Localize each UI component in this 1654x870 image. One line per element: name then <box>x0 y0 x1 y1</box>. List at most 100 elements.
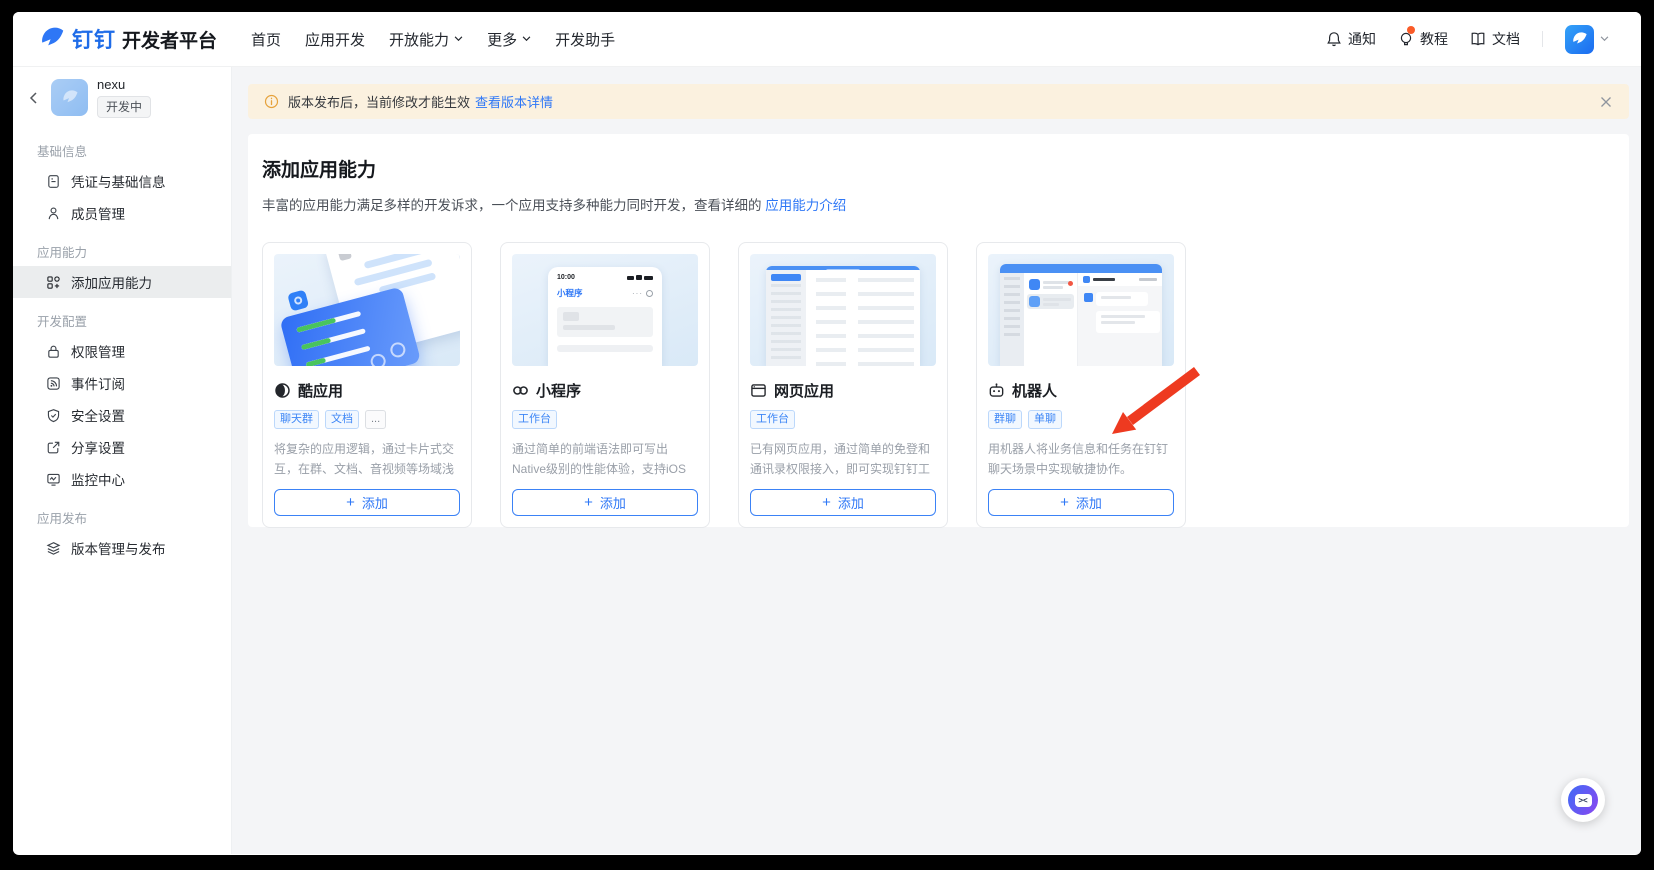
capability-card-coolapp: 酷应用 聊天群 文档 ... 将复杂的应用逻辑，通过卡片式交互，在群、文档、音视… <box>262 242 472 528</box>
card-title: 酷应用 <box>298 380 343 401</box>
dingtalk-avatar-icon <box>1570 30 1589 49</box>
nav-item-dev-assistant[interactable]: 开发助手 <box>543 12 627 67</box>
notice-label: 通知 <box>1348 29 1376 49</box>
sidebar-item-label: 分享设置 <box>71 437 125 457</box>
sidebar-item-version-release[interactable]: 版本管理与发布 <box>13 532 231 564</box>
sidebar-item-share-settings[interactable]: 分享设置 <box>13 431 231 463</box>
plus-icon: + <box>346 495 355 510</box>
capability-panel: 添加应用能力 丰富的应用能力满足多样的开发诉求，一个应用支持多种能力同时开发，查… <box>248 134 1629 527</box>
chevron-down-icon <box>454 36 463 42</box>
card-description: 通过简单的前端语法即可写出Native级别的性能体验，支持iOS和Android… <box>512 439 698 479</box>
assistant-floating-button[interactable]: >< <box>1561 778 1605 822</box>
rss-icon <box>46 376 61 391</box>
card-description: 用机器人将业务信息和任务在钉钉聊天场景中实现敏捷协作。 <box>988 439 1174 479</box>
webapp-icon <box>750 382 767 399</box>
tag-document: 文档 <box>325 410 359 429</box>
add-robot-button[interactable]: + 添加 <box>988 489 1174 516</box>
nav-right: 通知 教程 文档 <box>1326 25 1609 54</box>
nav-menu: 首页 应用开发 开放能力 更多 开发助手 <box>239 12 627 67</box>
robot-preview-image <box>988 254 1174 366</box>
plus-icon: + <box>822 495 831 510</box>
tag-workbench: 工作台 <box>512 410 557 429</box>
monitor-icon <box>46 472 61 487</box>
nav-item-label: 应用开发 <box>305 29 365 50</box>
card-tags: 聊天群 文档 ... <box>274 410 460 429</box>
nav-item-more[interactable]: 更多 <box>475 12 543 67</box>
tag-chat-group: 聊天群 <box>274 410 319 429</box>
robot-icon <box>988 382 1005 399</box>
dingtalk-logo-icon <box>37 24 67 54</box>
app-status-badge: 开发中 <box>97 96 151 118</box>
capability-intro-link[interactable]: 应用能力介绍 <box>765 198 846 213</box>
sidebar-item-add-capability[interactable]: 添加应用能力 <box>13 266 231 298</box>
brand[interactable]: 钉钉 开发者平台 <box>37 24 217 54</box>
layers-icon <box>46 541 61 556</box>
section-title-basic-info: 基础信息 <box>13 141 231 160</box>
plus-icon: + <box>1060 495 1069 510</box>
close-icon[interactable] <box>1599 95 1613 109</box>
miniapp-preview-image: 10:00 小程序 ··· <box>512 254 698 366</box>
nav-item-label: 开发助手 <box>555 29 615 50</box>
capability-card-miniapp: 10:00 小程序 ··· <box>500 242 710 528</box>
add-button-label: 添加 <box>838 493 864 512</box>
nav-item-home[interactable]: 首页 <box>239 12 293 67</box>
add-button-label: 添加 <box>600 493 626 512</box>
nav-item-label: 开放能力 <box>389 29 449 50</box>
notice-button[interactable]: 通知 <box>1326 29 1376 49</box>
add-button-label: 添加 <box>1076 493 1102 512</box>
banner-text: 版本发布后，当前修改才能生效 <box>288 92 470 111</box>
top-navbar: 钉钉 开发者平台 首页 应用开发 开放能力 更多 开发助手 通知 教程 文档 <box>13 12 1641 67</box>
account-menu[interactable] <box>1565 25 1609 54</box>
capability-card-list: 酷应用 聊天群 文档 ... 将复杂的应用逻辑，通过卡片式交互，在群、文档、音视… <box>262 242 1615 528</box>
shield-check-icon <box>46 408 61 423</box>
add-miniapp-button[interactable]: + 添加 <box>512 489 698 516</box>
chevron-down-icon <box>1600 36 1609 42</box>
nav-item-app-dev[interactable]: 应用开发 <box>293 12 377 67</box>
tutorial-button[interactable]: 教程 <box>1398 29 1448 49</box>
sidebar-item-monitor-center[interactable]: 监控中心 <box>13 463 231 495</box>
app-icon <box>51 79 88 116</box>
add-capability-icon <box>46 275 61 290</box>
card-title: 小程序 <box>536 380 581 401</box>
capability-card-webapp: 网页应用 工作台 已有网页应用，通过简单的免登和通讯录权限接入，即可实现钉钉工作… <box>738 242 948 528</box>
sidebar-item-credentials[interactable]: 凭证与基础信息 <box>13 165 231 197</box>
webapp-preview-image <box>750 254 936 366</box>
tag-more: ... <box>365 410 386 429</box>
add-webapp-button[interactable]: + 添加 <box>750 489 936 516</box>
page-subtitle: 丰富的应用能力满足多样的开发诉求，一个应用支持多种能力同时开发，查看详细的 应用… <box>262 194 1615 214</box>
chevron-down-icon <box>522 36 531 42</box>
mock-app-title: 小程序 <box>557 287 583 299</box>
cool-app-icon <box>274 382 291 399</box>
book-icon <box>1470 31 1486 47</box>
sidebar-item-permissions[interactable]: 权限管理 <box>13 335 231 367</box>
card-tags: 群聊 单聊 <box>988 410 1174 429</box>
section-title-release: 应用发布 <box>13 508 231 527</box>
docs-button[interactable]: 文档 <box>1470 29 1520 49</box>
nav-item-label: 首页 <box>251 29 281 50</box>
share-icon <box>46 440 61 455</box>
add-coolapp-button[interactable]: + 添加 <box>274 489 460 516</box>
nav-item-label: 更多 <box>487 29 517 50</box>
docs-label: 文档 <box>1492 29 1520 49</box>
sidebar-item-label: 版本管理与发布 <box>71 538 166 558</box>
main-content: 版本发布后，当前修改才能生效 查看版本详情 添加应用能力 丰富的应用能力满足多样… <box>232 67 1641 854</box>
nav-item-open-capability[interactable]: 开放能力 <box>377 12 475 67</box>
collapse-sidebar-icon[interactable] <box>27 91 41 105</box>
brand-suffix: 开发者平台 <box>122 26 217 53</box>
plus-icon: + <box>584 495 593 510</box>
sidebar-item-label: 安全设置 <box>71 405 125 425</box>
sidebar-item-members[interactable]: 成员管理 <box>13 197 231 229</box>
section-title-capabilities: 应用能力 <box>13 242 231 261</box>
sidebar: nexu 开发中 基础信息 凭证与基础信息 成员管理 应用能力 添加应用能力 开… <box>13 67 232 854</box>
sidebar-item-label: 添加应用能力 <box>71 272 152 292</box>
app-name: nexu <box>97 77 151 92</box>
sidebar-item-label: 成员管理 <box>71 203 125 223</box>
tag-group-chat: 群聊 <box>988 410 1022 429</box>
mock-status-time: 10:00 <box>557 274 575 281</box>
avatar <box>1565 25 1594 54</box>
banner-version-link[interactable]: 查看版本详情 <box>475 92 553 111</box>
add-button-label: 添加 <box>362 493 388 512</box>
tag-single-chat: 单聊 <box>1028 410 1062 429</box>
sidebar-item-event-subscription[interactable]: 事件订阅 <box>13 367 231 399</box>
sidebar-item-security[interactable]: 安全设置 <box>13 399 231 431</box>
